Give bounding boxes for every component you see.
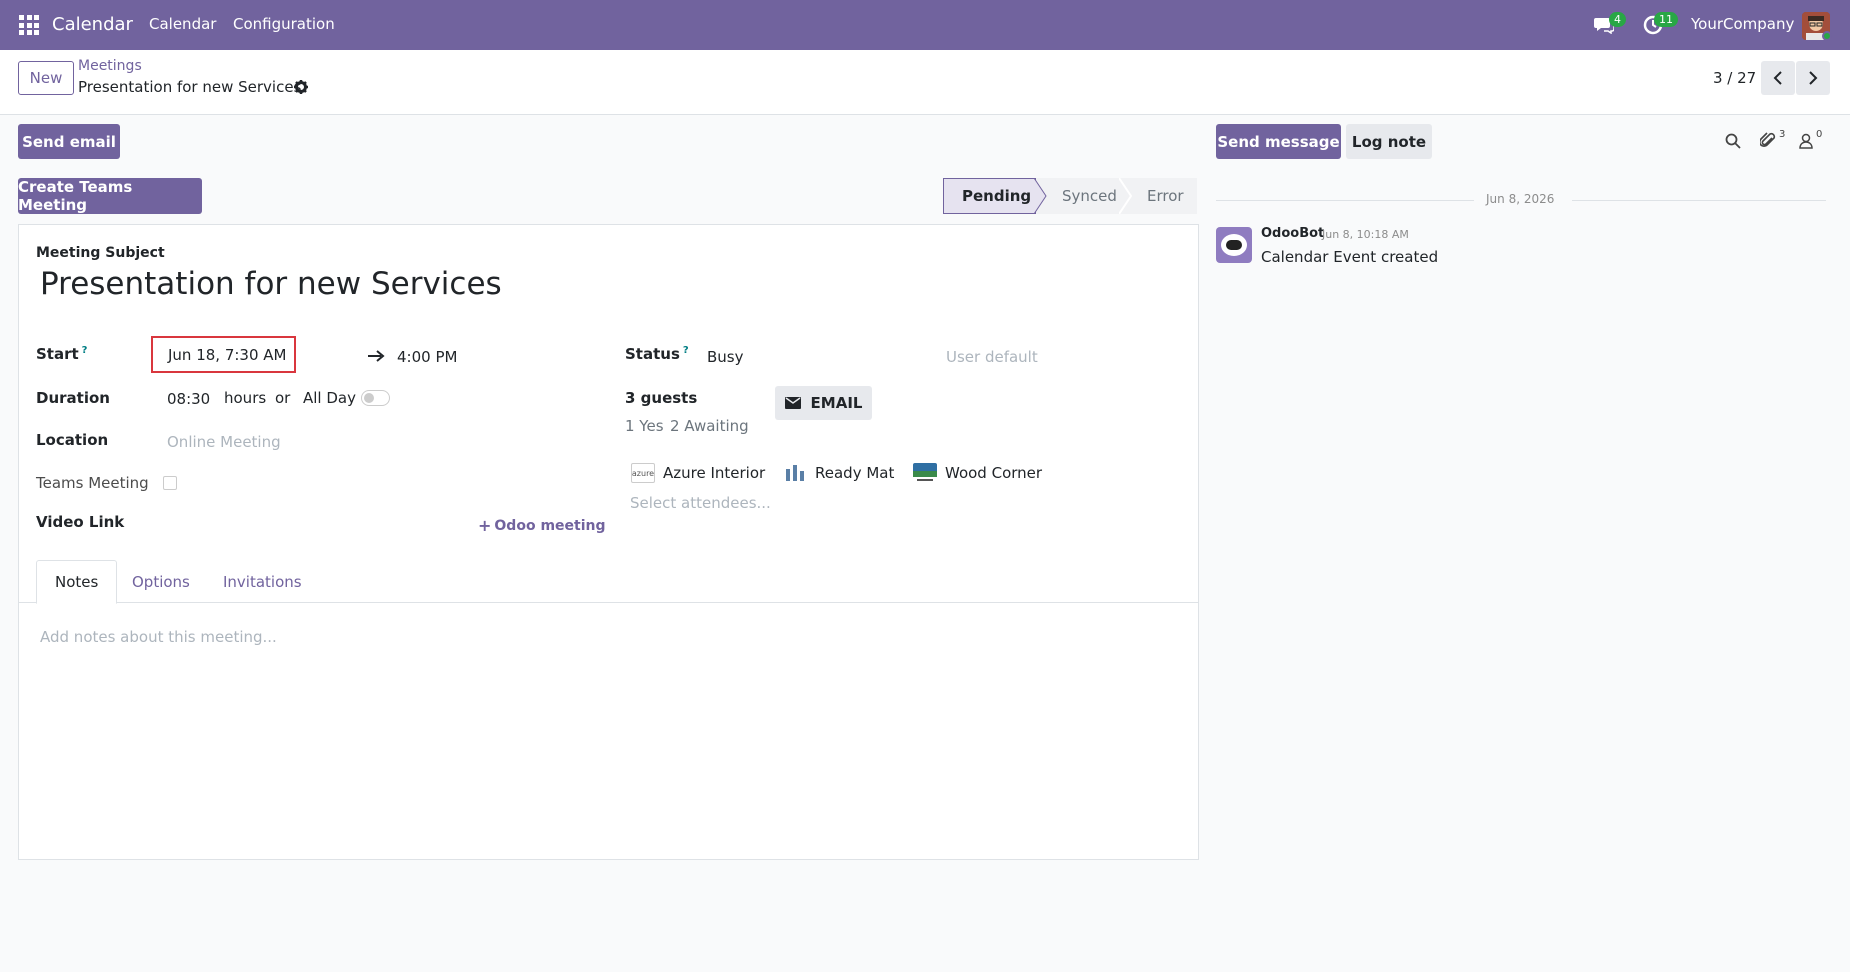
start-date-input[interactable]: Jun 18, 7:30 AM (151, 336, 296, 373)
messages-badge: 4 (1609, 12, 1626, 27)
follower-icon[interactable] (1799, 133, 1813, 149)
start-label: Start? (36, 345, 88, 363)
duration-label: Duration (36, 389, 110, 407)
attendee-logo: azure (631, 463, 655, 483)
attendee-azure-interior[interactable]: azure Azure Interior (631, 463, 765, 483)
guests-yes: 1 Yes (625, 417, 664, 435)
date-separator-label: Jun 8, 2026 (1486, 192, 1555, 206)
or-text: or (275, 389, 291, 407)
stage-pending[interactable]: Pending (943, 178, 1036, 214)
status-help-icon[interactable]: ? (683, 345, 689, 356)
teams-meeting-label: Teams Meeting (36, 474, 149, 492)
email-guests-button[interactable]: EMAIL (775, 386, 872, 420)
duration-input[interactable]: 08:30 (167, 390, 210, 408)
online-status-dot (1822, 31, 1832, 41)
end-time-input[interactable]: 4:00 PM (397, 348, 457, 366)
top-navbar: Calendar Calendar Configuration 4 11 You… (0, 0, 1850, 50)
tab-options[interactable]: Options (114, 560, 208, 604)
status-select[interactable]: Busy (707, 348, 744, 366)
guests-count: 3 guests (625, 389, 698, 407)
notes-editor[interactable]: Add notes about this meeting... (40, 628, 277, 646)
meeting-subject-label: Meeting Subject (36, 245, 165, 261)
attendees-input[interactable]: Select attendees... (630, 494, 771, 512)
location-input[interactable]: Online Meeting (167, 433, 281, 451)
new-button[interactable]: New (18, 61, 74, 95)
menu-configuration[interactable]: Configuration (233, 15, 335, 33)
gear-icon[interactable] (294, 80, 308, 94)
menu-calendar[interactable]: Calendar (149, 15, 216, 33)
attendee-wood-corner[interactable]: Wood Corner (913, 463, 1042, 483)
attendee-logo (913, 463, 937, 481)
attachments-count: 3 (1779, 129, 1786, 140)
search-icon[interactable] (1725, 133, 1741, 149)
chatter-date-separator: Jun 8, 2026 (1216, 190, 1826, 210)
location-label: Location (36, 431, 109, 449)
pager-value[interactable]: 3 / 27 (1713, 69, 1756, 87)
status-label: Status? (625, 345, 689, 363)
form-sheet (18, 224, 1199, 860)
log-note-button[interactable]: Log note (1346, 124, 1432, 159)
status-bar: Pending Synced Error (943, 178, 1197, 214)
plus-icon: + (478, 516, 492, 535)
meeting-subject-input[interactable]: Presentation for new Services (40, 266, 502, 302)
stage-arrow-2 (1119, 178, 1133, 214)
video-link-label: Video Link (36, 513, 125, 531)
paperclip-icon[interactable] (1760, 132, 1776, 150)
pager-previous-button[interactable] (1761, 61, 1795, 95)
allday-label: All Day (303, 389, 356, 407)
breadcrumb-current: Presentation for new Services (78, 78, 302, 96)
stage-arrow-1 (1034, 178, 1047, 214)
activities-badge: 11 (1654, 12, 1678, 27)
hours-text: hours (224, 389, 267, 407)
guests-awaiting: 2 Awaiting (670, 417, 749, 435)
message-author[interactable]: OdooBot (1261, 226, 1324, 241)
apps-menu-icon[interactable] (19, 15, 39, 35)
arrow-right-icon (368, 350, 385, 362)
tab-notes[interactable]: Notes (36, 560, 118, 604)
company-switcher[interactable]: YourCompany (1691, 15, 1794, 33)
robot-icon (1221, 234, 1247, 256)
chevron-right-icon (1809, 71, 1818, 85)
send-message-button[interactable]: Send message (1216, 124, 1341, 159)
pager-next-button[interactable] (1796, 61, 1830, 95)
tab-invitations[interactable]: Invitations (205, 560, 320, 604)
odoobot-avatar[interactable] (1216, 227, 1252, 263)
message-body: Calendar Event created (1261, 248, 1439, 266)
attendee-logo (786, 465, 804, 481)
app-name[interactable]: Calendar (52, 14, 133, 35)
odoo-meeting-link[interactable]: + Odoo meeting (478, 516, 606, 535)
breadcrumb-meetings[interactable]: Meetings (78, 58, 142, 74)
create-teams-meeting-button[interactable]: Create Teams Meeting (18, 178, 202, 214)
chevron-left-icon (1773, 71, 1782, 85)
envelope-icon (784, 397, 801, 409)
send-email-button[interactable]: Send email (18, 124, 120, 159)
notebook-tabs: Notes Options Invitations (18, 560, 1199, 604)
message-time: Jun 8, 10:18 AM (1322, 228, 1409, 241)
allday-toggle[interactable] (361, 390, 390, 406)
attendee-ready-mat[interactable]: Ready Mat (783, 463, 894, 483)
privacy-select[interactable]: User default (946, 348, 1038, 366)
followers-count: 0 (1816, 129, 1823, 140)
teams-meeting-checkbox[interactable] (163, 476, 177, 490)
start-help-icon[interactable]: ? (82, 345, 88, 356)
